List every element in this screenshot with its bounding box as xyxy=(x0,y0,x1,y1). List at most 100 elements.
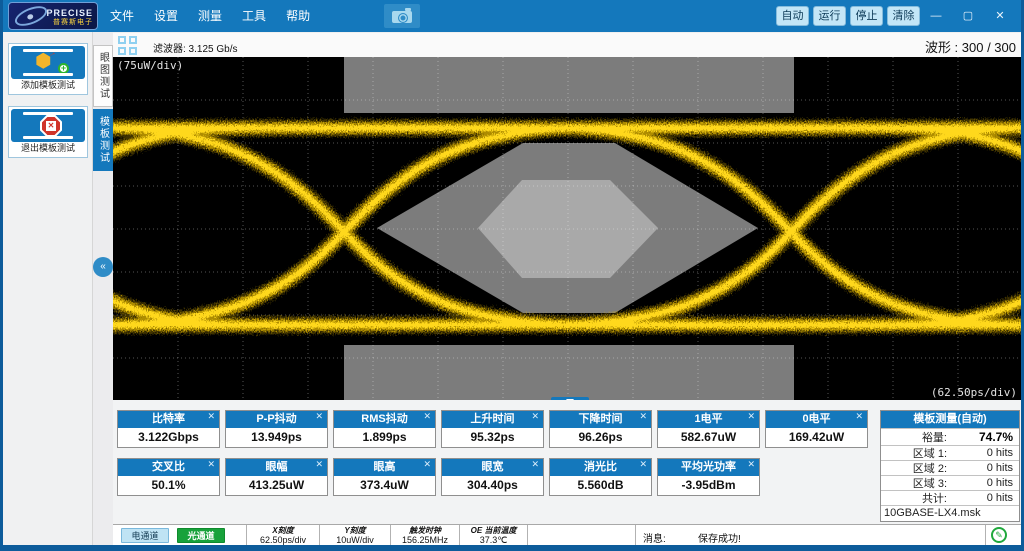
layout-grid-icon[interactable] xyxy=(118,36,137,55)
tab-eye-test[interactable]: 眼图测试 xyxy=(93,45,113,107)
card-close-icon[interactable]: ✕ xyxy=(207,411,215,422)
card-eye-height: 眼高 ✕ 373.4uW xyxy=(333,458,436,496)
main-content: 滤波器: 3.125 Gb/s 波形 : 300 / 300 (75uW/div… xyxy=(113,33,1021,545)
card-one-level: 1电平 ✕ 582.67uW xyxy=(657,410,760,448)
add-template-label: 添加模板测试 xyxy=(20,80,75,90)
brand-subtitle: 普赛斯电子 xyxy=(53,19,93,26)
card-title: 下降时间 xyxy=(550,411,651,428)
stat-y-scale: Y刻度 10uW/div xyxy=(336,526,374,545)
card-close-icon[interactable]: ✕ xyxy=(639,459,647,470)
card-fall-time: 下降时间 ✕ 96.26ps xyxy=(549,410,652,448)
stat-trigger-clock: 触发时钟 156.25MHz xyxy=(401,526,449,545)
eye-diagram-svg xyxy=(113,57,1021,400)
stop-octagon-icon: ✕ xyxy=(40,115,62,137)
x-scale-label: (62.50ps/div) xyxy=(930,386,1017,399)
card-close-icon[interactable]: ✕ xyxy=(639,411,647,422)
card-value: 13.949ps xyxy=(251,430,302,444)
template-measure-panel: 模板测量(自动) 裕量: 74.7% 区域 1: 0 hits 区域 2: 0 … xyxy=(880,410,1020,522)
card-close-icon[interactable]: ✕ xyxy=(531,411,539,422)
card-close-icon[interactable]: ✕ xyxy=(315,459,323,470)
card-title: 眼幅 xyxy=(226,459,327,476)
template-row-region2: 区域 2: 0 hits xyxy=(881,460,1019,475)
card-avg-optical-power: 平均光功率 ✕ -3.95dBm xyxy=(657,458,760,496)
plot-top-strip: 滤波器: 3.125 Gb/s 波形 : 300 / 300 xyxy=(113,33,1021,57)
minimize-button[interactable]: — xyxy=(924,7,948,25)
card-value: -3.95dBm xyxy=(681,478,736,492)
card-close-icon[interactable]: ✕ xyxy=(855,411,863,422)
collapse-sidebar-button[interactable]: « xyxy=(93,257,113,277)
card-crossing: 交叉比 ✕ 50.1% xyxy=(117,458,220,496)
card-zero-level: 0电平 ✕ 169.42uW xyxy=(765,410,868,448)
tab-template-test[interactable]: 模板测试 xyxy=(93,109,113,171)
add-template-test-button[interactable]: ⬢ → + 添加模板测试 xyxy=(8,43,88,95)
stop-button[interactable]: 停止 xyxy=(850,6,883,26)
brand-logo: PRECISE 普赛斯电子 xyxy=(8,2,98,30)
auto-button[interactable]: 自动 xyxy=(776,6,809,26)
brand-name: PRECISE xyxy=(46,8,93,18)
card-title: 上升时间 xyxy=(442,411,543,428)
card-title: P-P抖动 xyxy=(226,411,327,428)
menu-settings[interactable]: 设置 xyxy=(144,0,188,32)
stat-x-scale: X刻度 62.50ps/div xyxy=(259,526,307,545)
stat-oe-temperature: OE 当前温度 37.3℃ xyxy=(470,526,517,545)
exit-template-icon: ✕ xyxy=(11,109,85,142)
tab-column: 眼图测试 模板测试 « xyxy=(93,32,113,545)
template-row-margin: 裕量: 74.7% xyxy=(881,428,1019,445)
card-title: RMS抖动 xyxy=(334,411,435,428)
card-title: 眼宽 xyxy=(442,459,543,476)
card-title: 消光比 xyxy=(550,459,651,476)
card-bit-rate: 比特率 ✕ 3.122Gbps xyxy=(117,410,220,448)
template-row-total: 共计: 0 hits xyxy=(881,490,1019,505)
exit-template-label: 退出模板测试 xyxy=(20,143,75,153)
menu-measure[interactable]: 测量 xyxy=(188,0,232,32)
card-value: 95.32ps xyxy=(470,430,515,444)
status-bar: 电通道 光通道 X刻度 62.50ps/div Y刻度 10uW/div 触发时… xyxy=(113,524,1021,545)
run-button[interactable]: 运行 xyxy=(813,6,846,26)
optical-channel-button[interactable]: 光通道 xyxy=(177,528,225,543)
title-bar: PRECISE 普赛斯电子 文件 设置 测量 工具 帮助 自动 运行 停止 清除… xyxy=(0,0,1024,32)
card-title: 平均光功率 xyxy=(658,459,759,476)
y-scale-label: (75uW/div) xyxy=(117,59,184,72)
card-pp-jitter: P-P抖动 ✕ 13.949ps xyxy=(225,410,328,448)
filter-rate-label: 滤波器: 3.125 Gb/s xyxy=(153,44,238,55)
template-row-region1: 区域 1: 0 hits xyxy=(881,445,1019,460)
card-title: 交叉比 xyxy=(118,459,219,476)
card-close-icon[interactable]: ✕ xyxy=(315,411,323,422)
card-close-icon[interactable]: ✕ xyxy=(747,459,755,470)
clear-button[interactable]: 清除 xyxy=(887,6,920,26)
card-eye-amplitude: 眼幅 ✕ 413.25uW xyxy=(225,458,328,496)
message-label: 消息: xyxy=(643,534,666,545)
exit-template-test-button[interactable]: ✕ 退出模板测试 xyxy=(8,106,88,158)
card-rms-jitter: RMS抖动 ✕ 1.899ps xyxy=(333,410,436,448)
maximize-button[interactable]: ▢ xyxy=(956,7,980,25)
card-close-icon[interactable]: ✕ xyxy=(423,411,431,422)
plus-badge-icon: + xyxy=(58,63,69,74)
card-close-icon[interactable]: ✕ xyxy=(207,459,215,470)
card-close-icon[interactable]: ✕ xyxy=(747,411,755,422)
card-eye-width: 眼宽 ✕ 304.40ps xyxy=(441,458,544,496)
electrical-channel-button[interactable]: 电通道 xyxy=(121,528,169,543)
add-template-icon: ⬢ → + xyxy=(11,46,85,79)
card-value: 96.26ps xyxy=(578,430,623,444)
card-title: 比特率 xyxy=(118,411,219,428)
card-title: 眼高 xyxy=(334,459,435,476)
card-value: 373.4uW xyxy=(360,478,409,492)
card-close-icon[interactable]: ✕ xyxy=(423,459,431,470)
menu-tools[interactable]: 工具 xyxy=(232,0,276,32)
galaxy-logo-icon xyxy=(12,3,50,29)
screenshot-button[interactable] xyxy=(384,4,420,28)
card-value: 50.1% xyxy=(151,478,186,492)
status-message: 保存成功! xyxy=(698,534,741,545)
menu-file[interactable]: 文件 xyxy=(100,0,144,32)
close-button[interactable]: ✕ xyxy=(988,7,1012,25)
left-sidebar: ⬢ → + 添加模板测试 ✕ 退出模板测试 xyxy=(3,32,93,545)
menu-bar: 文件 设置 测量 工具 帮助 xyxy=(100,0,320,32)
menu-help[interactable]: 帮助 xyxy=(276,0,320,32)
card-extinction-ratio: 消光比 ✕ 5.560dB xyxy=(549,458,652,496)
card-value: 169.42uW xyxy=(788,430,845,444)
edit-status-icon[interactable]: ✎ xyxy=(991,527,1007,543)
card-title: 0电平 xyxy=(766,411,867,428)
card-value: 304.40ps xyxy=(467,478,518,492)
card-close-icon[interactable]: ✕ xyxy=(531,459,539,470)
eye-diagram-plot: (75uW/div) (62.50ps/div) xyxy=(113,57,1021,400)
